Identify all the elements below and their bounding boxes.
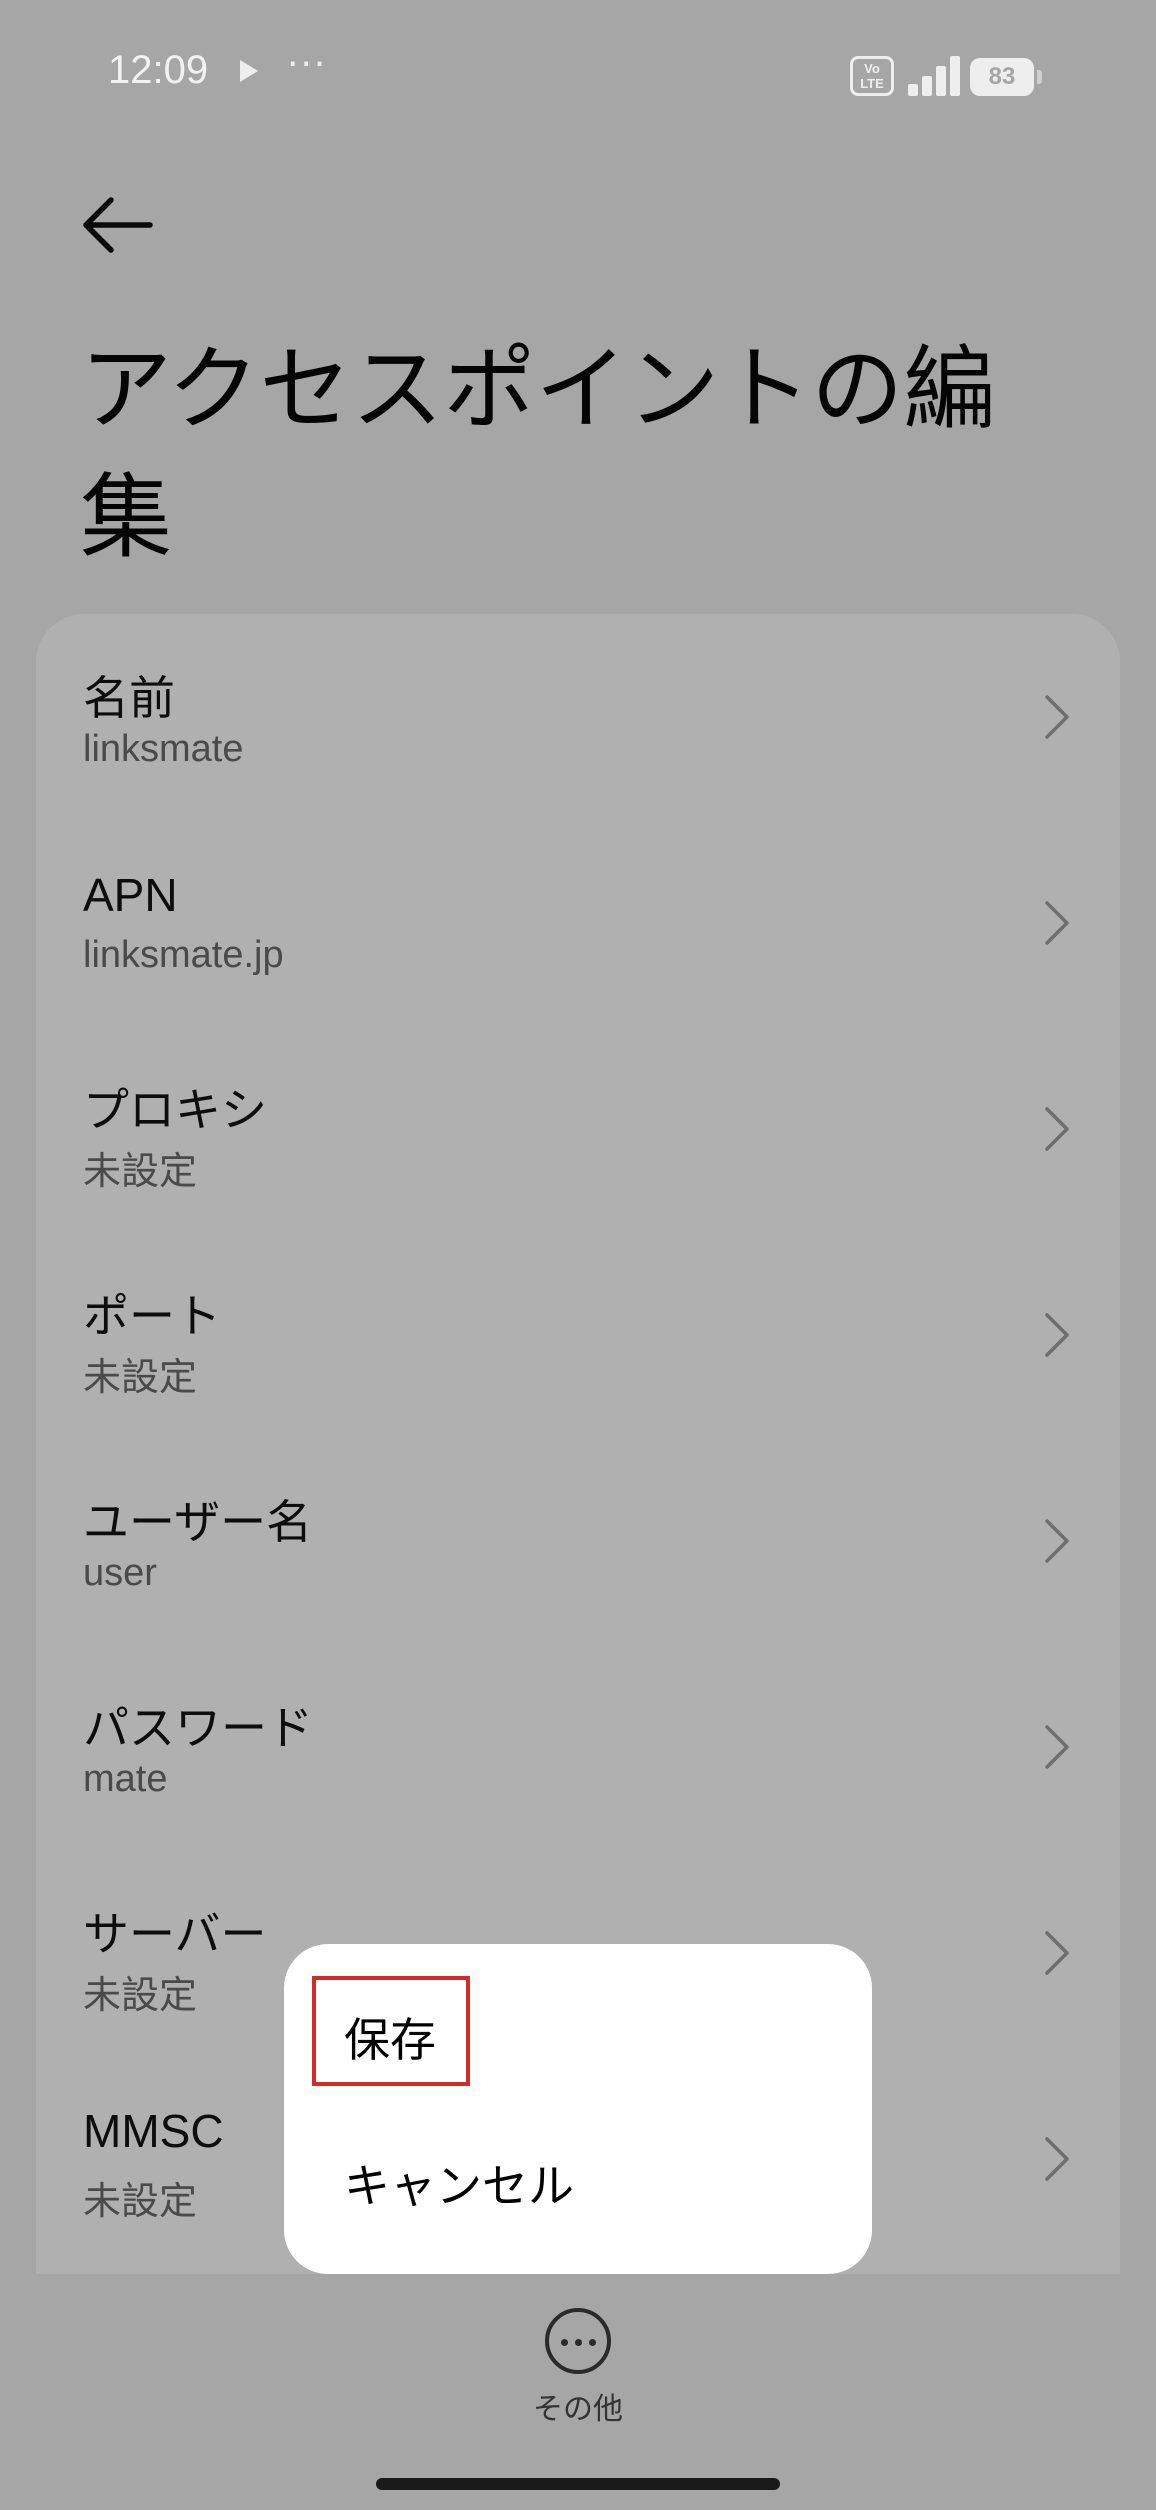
chevron-right-icon (1045, 2137, 1069, 2181)
back-button[interactable] (78, 190, 158, 260)
row-value: 未設定 (83, 1151, 198, 1193)
row-value: user (83, 1552, 157, 1594)
volte-icon: Vo LTE (850, 56, 894, 96)
overflow-menu: 保存 キャンセル (284, 1944, 872, 2274)
chevron-right-icon (1045, 1725, 1069, 1769)
more-notifications-icon: ··· (287, 44, 328, 85)
row-label: APN (83, 869, 178, 921)
row-port[interactable]: ポート 未設定 (36, 1232, 1120, 1438)
row-value: 未設定 (83, 1357, 198, 1399)
row-value: linksmate (83, 728, 244, 770)
row-password[interactable]: パスワード mate (36, 1644, 1120, 1850)
home-indicator[interactable] (376, 2478, 780, 2490)
status-bar: 12:09 ··· Vo LTE 83 (0, 0, 1156, 150)
row-value: 未設定 (83, 1975, 198, 2017)
row-label: ポート (83, 1290, 221, 1342)
signal-icon (908, 56, 960, 96)
row-proxy[interactable]: プロキシ 未設定 (36, 1026, 1120, 1232)
row-label: 名前 (83, 672, 175, 724)
more-button-label[interactable]: その他 (520, 2384, 636, 2428)
row-label: パスワード (83, 1702, 313, 1754)
page-title: アクセスポイントの編集 (80, 336, 996, 571)
chevron-right-icon (1045, 901, 1069, 945)
chevron-right-icon (1045, 1519, 1069, 1563)
cancel-button[interactable]: キャンセル (344, 2150, 574, 2216)
row-label: プロキシ (83, 1084, 267, 1136)
row-username[interactable]: ユーザー名 user (36, 1438, 1120, 1644)
play-icon (240, 60, 258, 82)
row-value: linksmate.jp (83, 934, 284, 976)
back-arrow-icon (83, 197, 153, 253)
row-value: 未設定 (83, 2181, 198, 2223)
chevron-right-icon (1045, 1313, 1069, 1357)
row-apn[interactable]: APN linksmate.jp (36, 820, 1120, 1026)
battery-icon: 83 (970, 58, 1042, 96)
row-label: ユーザー名 (83, 1496, 313, 1548)
chevron-right-icon (1045, 1931, 1069, 1975)
row-name[interactable]: 名前 linksmate (36, 614, 1120, 820)
save-button[interactable]: 保存 (344, 2004, 436, 2070)
chevron-right-icon (1045, 1107, 1069, 1151)
more-icon[interactable] (545, 2308, 611, 2374)
row-label: サーバー (83, 1908, 267, 1960)
clock: 12:09 (108, 48, 209, 92)
row-label: MMSC (83, 2105, 224, 2157)
row-value: mate (83, 1758, 168, 1800)
chevron-right-icon (1045, 695, 1069, 739)
